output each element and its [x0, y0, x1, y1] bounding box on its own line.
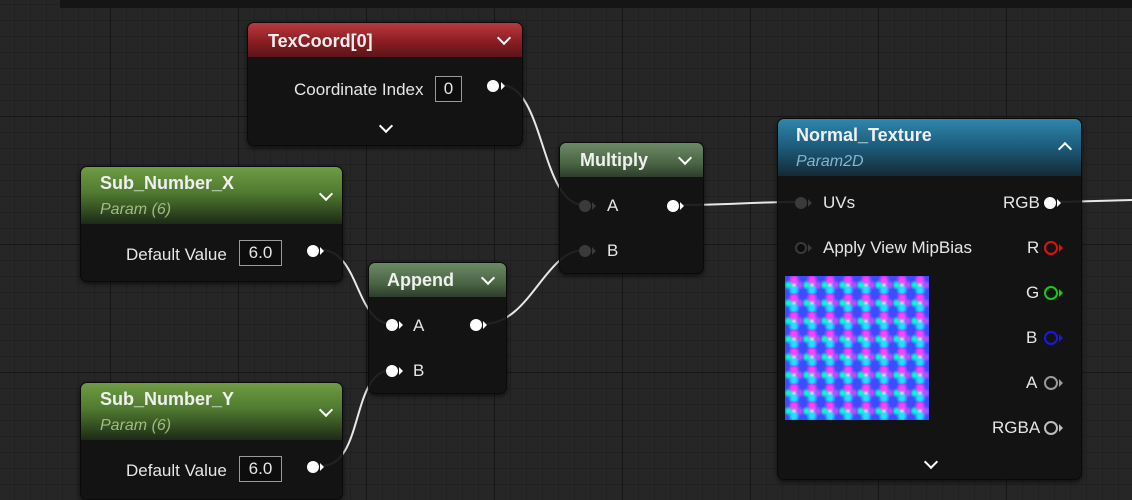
- sub-number-x-subtitle: Param (6): [100, 201, 172, 218]
- texcoord-title: TexCoord[0]: [268, 31, 373, 51]
- r-output-label: R: [1027, 238, 1040, 257]
- coordinate-index-label: Coordinate Index: [294, 80, 424, 99]
- multiply-output-pin[interactable]: [667, 200, 679, 212]
- append-pin-b-label: B: [413, 361, 425, 380]
- pin-arrow-icon: [483, 321, 487, 329]
- texture-preview-thumbnail: [785, 276, 929, 420]
- graph-top-bar: [60, 0, 1132, 8]
- pin-arrow-icon: [1059, 289, 1063, 297]
- sub-number-y-node[interactable]: Sub_Number_Y Param (6) Default Value 6.0: [80, 382, 343, 500]
- pin-arrow-icon: [1059, 379, 1063, 387]
- multiply-input-pin-b[interactable]: [579, 245, 591, 257]
- pin-arrow-icon: [320, 463, 324, 471]
- pin-arrow-icon: [592, 247, 596, 255]
- pin-arrow-icon: [1059, 424, 1063, 432]
- pin-arrow-icon: [1057, 199, 1061, 207]
- texcoord-node[interactable]: TexCoord[0] Coordinate Index 0: [247, 22, 523, 146]
- rgb-output-label: RGB: [1003, 193, 1040, 212]
- pin-arrow-icon: [320, 247, 324, 255]
- append-input-pin-a[interactable]: [386, 319, 398, 331]
- pin-arrow-icon: [1059, 244, 1063, 252]
- multiply-input-pin-a[interactable]: [579, 200, 591, 212]
- append-pin-a-label: A: [413, 316, 425, 335]
- append-node[interactable]: Append A B: [368, 262, 507, 394]
- b-output-pin[interactable]: [1044, 331, 1058, 345]
- default-value-label: Default Value: [126, 245, 227, 264]
- pin-arrow-icon: [399, 321, 403, 329]
- expand-chevron-icon[interactable]: [923, 454, 939, 470]
- multiply-node[interactable]: Multiply A B: [559, 142, 704, 274]
- default-value-field[interactable]: 6.0: [239, 456, 282, 482]
- pin-arrow-icon: [592, 202, 596, 210]
- coordinate-index-field[interactable]: 0: [435, 76, 462, 102]
- pin-arrow-icon: [808, 244, 812, 252]
- pin-arrow-icon: [808, 199, 812, 207]
- pin-arrow-icon: [1059, 334, 1063, 342]
- g-output-label: G: [1026, 283, 1040, 302]
- a-output-label: A: [1026, 373, 1038, 392]
- sub-number-y-subtitle: Param (6): [100, 417, 172, 434]
- multiply-pin-a-label: A: [607, 196, 619, 215]
- multiply-pin-b-label: B: [607, 241, 619, 260]
- b-output-label: B: [1026, 328, 1038, 347]
- apply-view-mipbias-input-pin[interactable]: [795, 242, 807, 254]
- a-output-pin[interactable]: [1044, 376, 1058, 390]
- r-output-pin[interactable]: [1044, 241, 1058, 255]
- apply-view-mipbias-label: Apply View MipBias: [823, 238, 972, 257]
- pin-arrow-icon: [501, 82, 505, 90]
- pin-arrow-icon: [680, 202, 684, 210]
- rgba-output-label: RGBA: [992, 418, 1041, 437]
- normal-texture-subtitle: Param2D: [796, 153, 864, 170]
- sub-number-x-output-pin[interactable]: [307, 245, 319, 257]
- sub-number-y-title: Sub_Number_Y: [100, 389, 235, 409]
- normal-texture-node[interactable]: Normal_Texture Param2D UVs Apply View Mi…: [777, 118, 1082, 480]
- sub-number-x-title: Sub_Number_X: [100, 173, 235, 193]
- normal-texture-title: Normal_Texture: [796, 125, 932, 145]
- texcoord-output-pin[interactable]: [487, 80, 499, 92]
- multiply-title: Multiply: [580, 150, 648, 170]
- append-input-pin-b[interactable]: [386, 365, 398, 377]
- sub-number-x-node[interactable]: Sub_Number_X Param (6) Default Value 6.0: [80, 166, 343, 282]
- default-value-field[interactable]: 6.0: [239, 240, 282, 266]
- uvs-input-pin[interactable]: [795, 197, 807, 209]
- default-value-label: Default Value: [126, 461, 227, 480]
- expand-chevron-icon[interactable]: [378, 118, 394, 134]
- rgba-output-pin[interactable]: [1044, 421, 1058, 435]
- uvs-label: UVs: [823, 193, 856, 212]
- rgb-output-pin[interactable]: [1044, 197, 1056, 209]
- g-output-pin[interactable]: [1044, 286, 1058, 300]
- pin-arrow-icon: [399, 367, 403, 375]
- append-title: Append: [387, 270, 454, 290]
- sub-number-y-output-pin[interactable]: [307, 461, 319, 473]
- append-output-pin[interactable]: [470, 319, 482, 331]
